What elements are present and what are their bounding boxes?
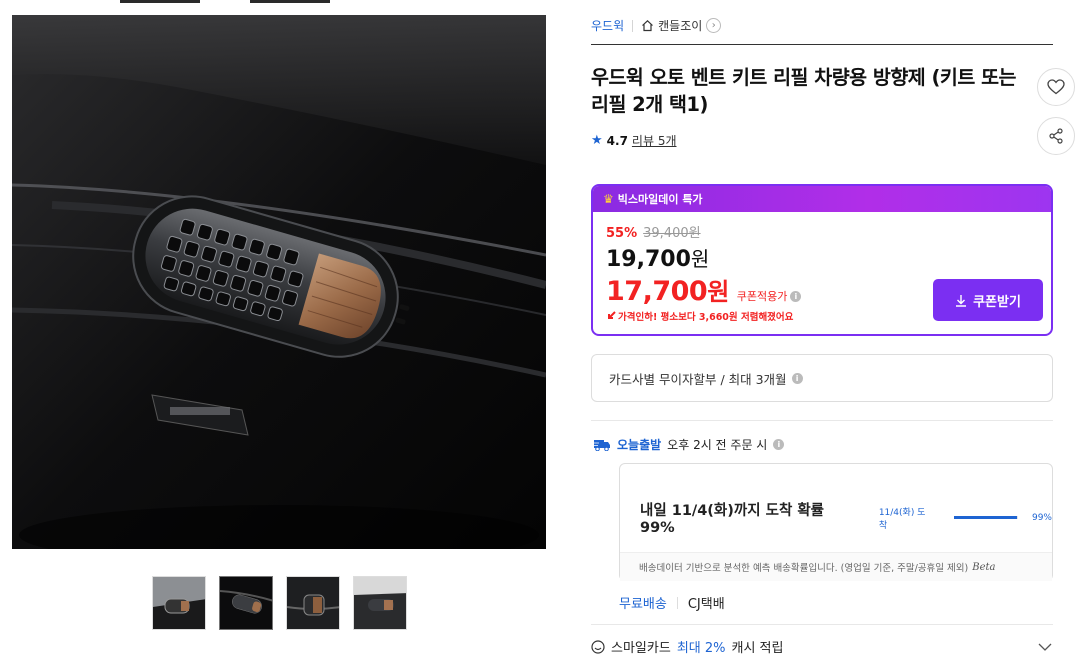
delivery-estimate-box: 내일 11/4(화)까지 도착 확률 99% 11/4(화) 도착 99% 배송… [619,463,1053,581]
like-button[interactable] [1037,68,1075,106]
section-divider [591,420,1053,421]
coupon-price-label: 쿠폰적용가 i [737,288,802,304]
shipping-row: 무료배송 CJ택배 [619,593,725,612]
home-icon [642,19,654,32]
installment-info[interactable]: 카드사별 무이자할부 / 최대 3개월 i [591,354,1053,402]
coupon-download-button[interactable]: 쿠폰받기 [933,279,1043,321]
rating-score: 4.7 [606,133,628,148]
cutoff-text: 오후 2시 전 주문 시 [667,438,768,452]
arrival-row: 내일 11/4(화)까지 도착 확률 99% 11/4(화) 도착 99% [640,499,1052,536]
price-drop-text: 가격인하! 평소보다 3,660원 저렴해졌어요 [618,312,794,323]
arrival-text: 내일 11/4(화)까지 도착 확률 99% [640,503,825,536]
coupon-price: 17,700원 [606,272,729,307]
product-rating: ★ 4.7 리뷰 5개 [591,132,677,149]
breadcrumb-separator [632,19,634,32]
coupon-price-unit: 원 [707,278,729,306]
sale-price-number: 19,700 [606,247,691,272]
smile-card-suffix: 캐시 적립 [731,641,784,656]
installment-text: 카드사별 무이자할부 / 최대 3개월 [609,371,787,387]
delivery-header: 오늘출발 오후 2시 전 주문 시 i [593,436,785,453]
probability-bar-fill [954,516,1018,519]
promo-header: ♛ 빅스마일데이 특가 [593,186,1051,212]
free-shipping-label: 무료배송 [619,597,667,612]
shipping-separator [676,596,678,609]
product-title: 우드윅 오토 벤트 키트 리필 차량용 방향제 (키트 또는 리필 2개 택1) [591,66,1016,116]
chevron-right-icon: › [706,18,722,33]
coupon-button-label: 쿠폰받기 [973,294,1021,310]
info-icon[interactable]: i [773,439,785,450]
thumbnail-2[interactable] [219,576,273,630]
delivery-note: 배송데이터 기반으로 분석한 예측 배송확률입니다. (영업일 기준, 주말/공… [620,552,1052,581]
previous-image-edge [250,0,330,3]
coupon-label-text: 쿠폰적용가 [736,290,788,303]
main-product-image[interactable] [12,15,546,549]
thumbnail-strip [152,576,407,630]
sale-price-unit: 원 [690,247,710,271]
star-icon: ★ [591,133,603,148]
smile-card-max: 최대 2% [676,641,726,656]
delivery-note-text: 배송데이터 기반으로 분석한 예측 배송확률입니다. (영업일 기준, 주말/공… [639,563,969,574]
original-price: 39,400원 [643,226,701,241]
smile-card-prefix: 스마일카드 [611,641,671,656]
coupon-price-number: 17,700 [606,276,708,307]
sale-price: 19,700원 [606,243,1051,272]
thumbnail-1[interactable] [152,576,206,630]
previous-image-edge [120,0,200,3]
thumbnail-4[interactable] [353,576,407,630]
share-icon [1049,128,1063,144]
smile-card-info: 스마일카드 최대 2% 캐시 적립 [591,637,783,656]
breadcrumb: 우드윅 캔들조이 › [591,17,722,34]
arrival-date-mini: 11/4(화) 도착 [878,507,926,531]
promo-label: 빅스마일데이 특가 [617,193,703,206]
info-icon[interactable]: i [791,372,803,384]
beta-label: Beta [972,561,996,573]
probability-bar [954,516,1018,519]
carrier-label: CJ택배 [687,597,725,612]
thumbnail-3[interactable] [286,576,340,630]
header-divider [591,44,1053,45]
heart-icon [1047,79,1065,95]
share-button[interactable] [1037,117,1075,155]
truck-icon [593,440,610,451]
section-divider [591,624,1053,625]
probability-percent: 99% [1031,512,1052,523]
breadcrumb-brand-link[interactable]: 우드윅 [591,17,624,34]
discount-row: 55% 39,400원 [606,222,1051,241]
down-arrow-icon [608,311,616,319]
breadcrumb-store-link[interactable]: 캔들조이 › [641,17,722,34]
breadcrumb-store-label: 캔들조이 [658,19,703,33]
chevron-down-icon[interactable] [1037,642,1053,652]
crown-icon: ♛ [603,192,614,206]
smile-card-benefit[interactable]: 스마일카드 최대 2% 캐시 적립 [591,637,1053,656]
today-dispatch-label: 오늘출발 [617,438,662,452]
download-icon [956,294,967,307]
price-box: ♛ 빅스마일데이 특가 55% 39,400원 19,700원 17,700원 … [591,184,1053,336]
review-count-link[interactable]: 리뷰 5개 [632,132,677,149]
info-icon[interactable]: i [790,290,802,302]
smile-icon [591,639,605,654]
discount-rate: 55% [606,226,638,241]
